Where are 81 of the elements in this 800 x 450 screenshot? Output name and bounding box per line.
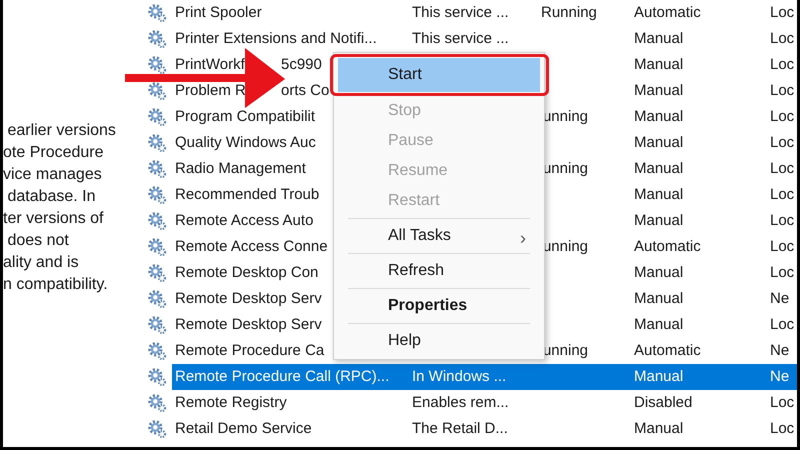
log-on-as: Loc bbox=[770, 4, 794, 21]
service-name: Remote Procedure Ca bbox=[175, 342, 324, 359]
service-name: Print Spooler bbox=[175, 4, 262, 21]
service-name: Remote Desktop Serv bbox=[175, 290, 322, 307]
gear-icon bbox=[146, 159, 166, 179]
log-on-as: Loc bbox=[770, 420, 794, 437]
service-status: Running bbox=[541, 4, 597, 21]
log-on-as: Loc bbox=[770, 212, 794, 229]
log-on-as: Ne bbox=[770, 368, 790, 385]
log-on-as: Loc bbox=[770, 186, 794, 203]
startup-type: Manual bbox=[634, 160, 684, 177]
gear-icon bbox=[146, 393, 166, 413]
log-on-as: Loc bbox=[770, 56, 794, 73]
gear-icon bbox=[146, 341, 166, 361]
service-name: Remote Procedure Call (RPC)... bbox=[175, 368, 390, 385]
startup-type: Manual bbox=[634, 82, 684, 99]
gear-icon bbox=[146, 133, 166, 153]
startup-type: Manual bbox=[634, 134, 684, 151]
startup-type: Manual bbox=[634, 368, 684, 385]
service-name: Problem R bbox=[175, 82, 246, 99]
service-name: Retail Demo Service bbox=[175, 420, 312, 437]
gear-icon bbox=[146, 29, 166, 49]
service-name: PrintWorkf bbox=[175, 56, 245, 73]
gear-icon bbox=[146, 211, 166, 231]
service-name: Printer Extensions and Notifi... bbox=[175, 30, 377, 47]
startup-type: Automatic bbox=[634, 4, 701, 21]
service-description: This service ... bbox=[412, 4, 509, 21]
log-on-as: Ne bbox=[770, 342, 790, 359]
gear-icon bbox=[146, 315, 166, 335]
service-name: Recommended Troub bbox=[175, 186, 320, 203]
service-name: Radio Management bbox=[175, 160, 306, 177]
service-name: Remote Desktop Con bbox=[175, 264, 318, 281]
startup-type: Manual bbox=[634, 316, 684, 333]
gear-icon bbox=[146, 107, 166, 127]
startup-type: Manual bbox=[634, 56, 684, 73]
menu-item[interactable]: Properties bbox=[338, 291, 540, 321]
menu-item[interactable]: Start bbox=[338, 58, 540, 92]
log-on-as: Loc bbox=[770, 238, 794, 255]
service-name: 5c990 bbox=[281, 54, 322, 75]
startup-type: Manual bbox=[634, 30, 684, 47]
service-name: Remote Access Auto bbox=[175, 212, 314, 229]
gear-icon bbox=[146, 263, 166, 283]
log-on-as: Loc bbox=[770, 134, 794, 151]
menu-item[interactable]: Refresh bbox=[338, 256, 540, 286]
gear-icon bbox=[146, 367, 166, 387]
service-name: Remote Desktop Serv bbox=[175, 316, 322, 333]
service-description: In Windows ... bbox=[412, 368, 506, 385]
log-on-as: Loc bbox=[770, 264, 794, 281]
startup-type: Manual bbox=[634, 290, 684, 307]
log-on-as: Loc bbox=[770, 108, 794, 125]
service-description: earlier versions ote Procedure vice manages database. In ter versions of does not ality and is n compatibility. bbox=[3, 121, 117, 295]
menu-item[interactable]: Help bbox=[338, 326, 540, 356]
service-name: Program Compatibilit bbox=[175, 108, 316, 125]
gear-icon bbox=[146, 185, 166, 205]
log-on-as: Loc bbox=[770, 316, 794, 333]
startup-type: Manual bbox=[634, 108, 684, 125]
log-on-as: Ne bbox=[770, 290, 790, 307]
startup-type: Manual bbox=[634, 264, 684, 281]
gear-icon bbox=[146, 289, 166, 309]
service-description: The Retail D... bbox=[412, 420, 508, 437]
gear-icon bbox=[146, 3, 166, 23]
gear-icon bbox=[146, 237, 166, 257]
startup-type: Manual bbox=[634, 186, 684, 203]
log-on-as: Loc bbox=[770, 82, 794, 99]
log-on-as: Loc bbox=[770, 30, 794, 47]
startup-type: Manual bbox=[634, 420, 684, 437]
submenu-arrow-icon: › bbox=[520, 225, 526, 252]
log-on-as: Loc bbox=[770, 394, 794, 411]
gear-icon bbox=[146, 419, 166, 439]
startup-type: Automatic bbox=[634, 238, 701, 255]
startup-type: Automatic bbox=[634, 342, 701, 359]
startup-type: Manual bbox=[634, 212, 684, 229]
menu-item[interactable]: All Tasks › bbox=[338, 221, 540, 251]
startup-type: Disabled bbox=[634, 394, 692, 411]
service-description: This service ... bbox=[412, 30, 509, 47]
service-name: orts Co bbox=[281, 80, 330, 101]
service-name: Quality Windows Auc bbox=[175, 134, 316, 151]
log-on-as: Loc bbox=[770, 160, 794, 177]
service-name: Remote Registry bbox=[175, 394, 287, 411]
service-description: Enables rem... bbox=[412, 394, 509, 411]
service-name: Remote Access Conne bbox=[175, 238, 328, 255]
